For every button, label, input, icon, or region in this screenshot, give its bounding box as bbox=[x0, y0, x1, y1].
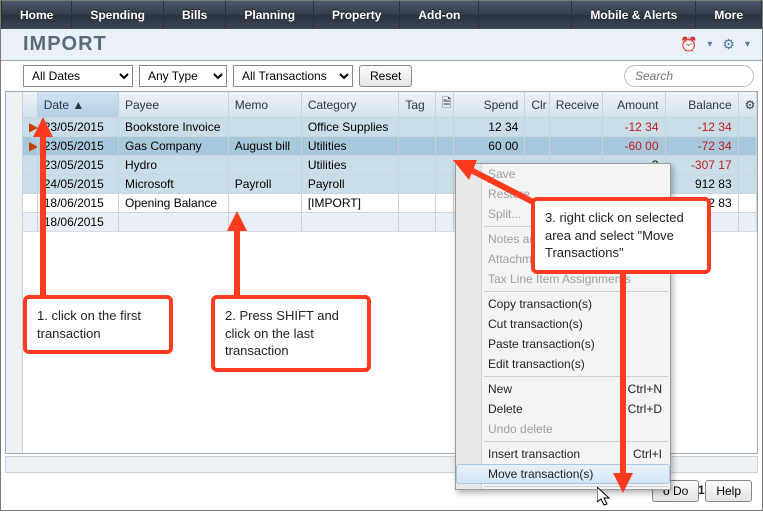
col-attach[interactable]: 🗎 bbox=[435, 92, 453, 118]
col-amount[interactable]: Amount bbox=[602, 92, 665, 118]
gear-icon[interactable]: ⚙ bbox=[722, 36, 735, 53]
nav-planning[interactable]: Planning bbox=[226, 1, 314, 29]
reminder-dropdown-icon[interactable]: ▾ bbox=[707, 39, 712, 50]
page-title: IMPORT bbox=[23, 33, 107, 56]
nav-mobile[interactable]: Mobile & Alerts bbox=[572, 1, 696, 29]
col-memo[interactable]: Memo bbox=[228, 92, 301, 118]
col-clr[interactable]: Clr bbox=[525, 92, 549, 118]
nav-property[interactable]: Property bbox=[314, 1, 400, 29]
arrow-2 bbox=[223, 211, 253, 299]
nav-spacer bbox=[479, 1, 572, 29]
col-category[interactable]: Category bbox=[301, 92, 399, 118]
nav-addon[interactable]: Add-on bbox=[400, 1, 479, 29]
filter-dates[interactable]: All Dates bbox=[23, 65, 133, 87]
nav-more[interactable]: More bbox=[696, 1, 762, 29]
col-flag[interactable] bbox=[23, 92, 37, 118]
col-receive[interactable]: Receive bbox=[549, 92, 602, 118]
cursor-icon bbox=[597, 487, 613, 512]
context-menu-separator bbox=[484, 486, 668, 487]
context-menu-separator bbox=[484, 441, 668, 442]
col-spend[interactable]: Spend bbox=[454, 92, 525, 118]
arrow-1 bbox=[29, 117, 59, 299]
col-date[interactable]: Date ▲ bbox=[37, 92, 118, 118]
context-menu-separator bbox=[484, 291, 668, 292]
col-gear[interactable]: ⚙ bbox=[738, 92, 756, 118]
table-row[interactable]: ▶23/05/2015Gas CompanyAugust billUtiliti… bbox=[23, 137, 757, 156]
search-input[interactable] bbox=[624, 65, 754, 87]
filter-type[interactable]: Any Type bbox=[139, 65, 227, 87]
col-payee[interactable]: Payee bbox=[118, 92, 228, 118]
nav-home[interactable]: Home bbox=[1, 1, 72, 29]
callout-2: 2. Press SHIFT and click on the last tra… bbox=[211, 295, 371, 372]
titlebar: IMPORT ⏰ ▾ ⚙ ▾ bbox=[1, 29, 762, 61]
main-nav: Home Spending Bills Planning Property Ad… bbox=[1, 1, 762, 29]
gear-dropdown-icon[interactable]: ▾ bbox=[745, 39, 750, 50]
arrow-3b bbox=[609, 263, 639, 495]
callout-1: 1. click on the first transaction bbox=[23, 295, 173, 354]
reset-button[interactable]: Reset bbox=[359, 65, 412, 87]
col-balance[interactable]: Balance bbox=[665, 92, 738, 118]
callout-3: 3. right click on selected area and sele… bbox=[531, 197, 711, 274]
nav-spending[interactable]: Spending bbox=[72, 1, 164, 29]
filter-transactions[interactable]: All Transactions bbox=[233, 65, 353, 87]
nav-bills[interactable]: Bills bbox=[164, 1, 226, 29]
help-button[interactable]: Help bbox=[705, 480, 752, 502]
table-row[interactable]: ▶23/05/2015Bookstore InvoiceOffice Suppl… bbox=[23, 118, 757, 137]
filter-toolbar: All Dates Any Type All Transactions Rese… bbox=[1, 61, 762, 91]
grid-left-gutter bbox=[6, 92, 23, 453]
reminder-icon[interactable]: ⏰ bbox=[680, 36, 697, 53]
grid-header-row: Date ▲ Payee Memo Category Tag 🗎 Spend C… bbox=[23, 92, 757, 118]
col-tag[interactable]: Tag bbox=[399, 92, 436, 118]
context-menu-separator bbox=[484, 376, 668, 377]
